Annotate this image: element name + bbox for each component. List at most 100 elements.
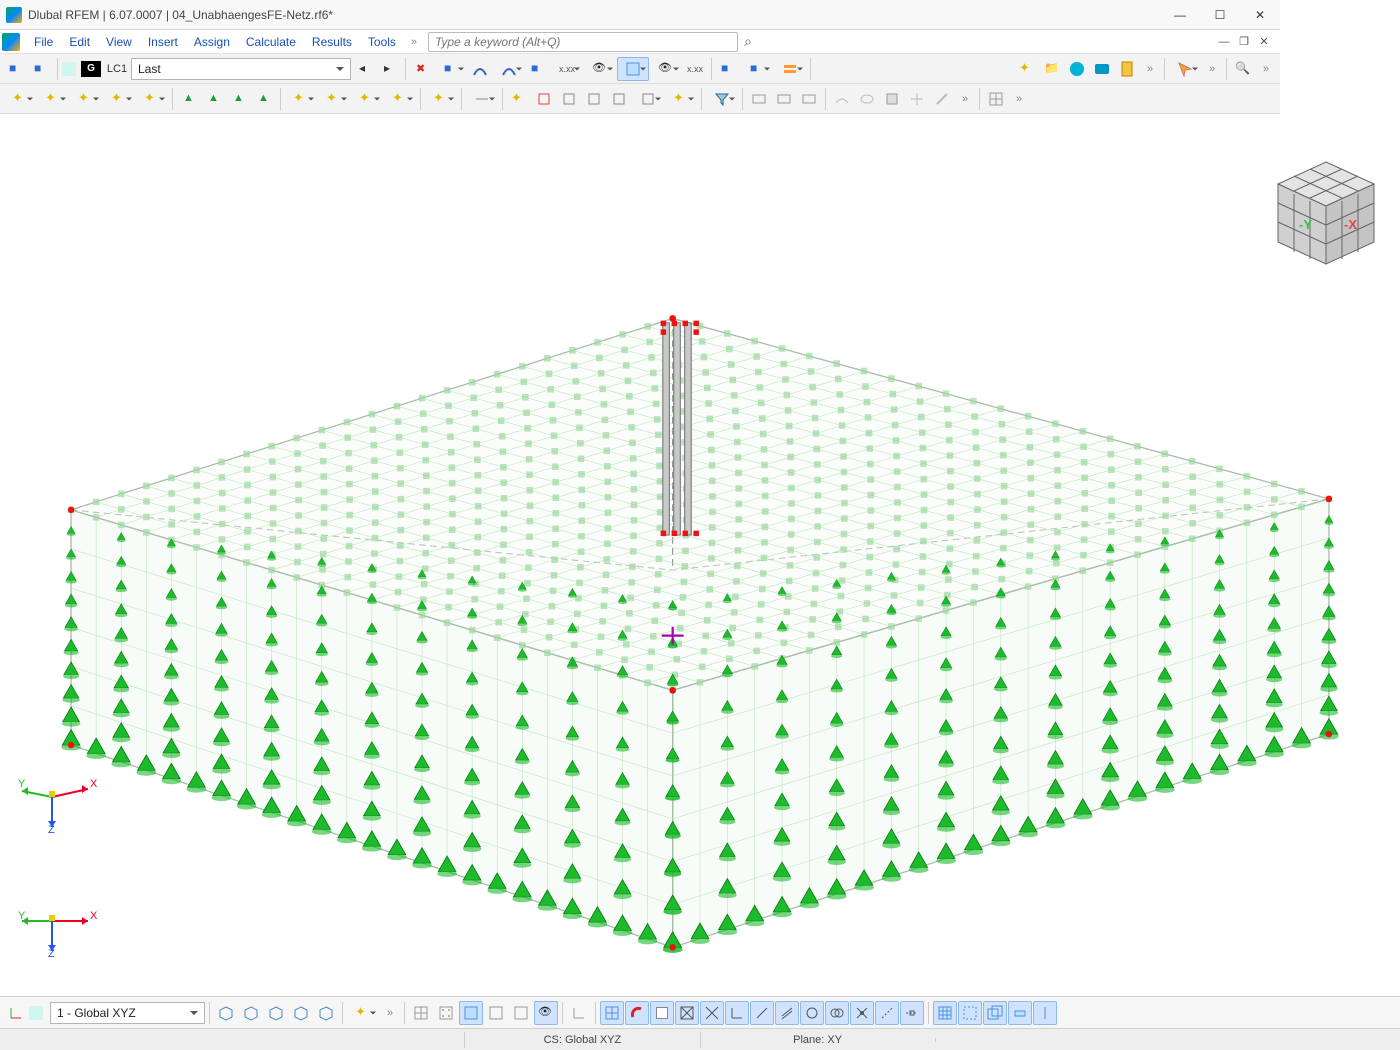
mdi-restore-icon[interactable]: ❐ [1236, 36, 1252, 48]
cs-button[interactable] [4, 1001, 28, 1025]
toolbar1-overflow2[interactable]: » [1202, 63, 1222, 75]
new-solid-button[interactable] [136, 87, 168, 111]
menu-calculate[interactable]: Calculate [238, 32, 304, 52]
loadcase-combo[interactable]: Last [131, 58, 351, 80]
t2-d[interactable] [582, 87, 606, 111]
t2-h[interactable] [747, 87, 771, 111]
open-model-button[interactable] [1040, 57, 1064, 81]
minimize-button[interactable]: — [1160, 0, 1200, 30]
label-values-button[interactable]: x.xx [683, 57, 707, 81]
toolbar1-overflow3[interactable]: » [1256, 63, 1276, 75]
clipping-button[interactable] [741, 57, 773, 81]
menu-insert[interactable]: Insert [140, 32, 186, 52]
menu-assign[interactable]: Assign [186, 32, 238, 52]
menu-file[interactable]: File [26, 32, 61, 52]
b-k[interactable] [1008, 1001, 1032, 1025]
new-model-button[interactable] [1015, 57, 1039, 81]
snap-near-button[interactable] [850, 1001, 874, 1025]
cloud-2-button[interactable] [1090, 57, 1114, 81]
load-button[interactable] [425, 87, 457, 111]
b-j[interactable] [983, 1001, 1007, 1025]
b-c[interactable] [459, 1001, 483, 1025]
view-iso-button[interactable] [214, 1001, 238, 1025]
snap-guide-button[interactable] [875, 1001, 899, 1025]
toolbar2-overflow2[interactable]: » [1009, 93, 1029, 105]
select-mode-button[interactable] [1169, 57, 1201, 81]
snap-parallel-button[interactable] [775, 1001, 799, 1025]
report-button[interactable] [1115, 57, 1139, 81]
render-mode-button[interactable] [617, 57, 649, 81]
mdi-minimize-icon[interactable]: — [1216, 36, 1232, 48]
t2-l[interactable] [855, 87, 879, 111]
snap-end-button[interactable] [650, 1001, 674, 1025]
mesh-gen-button[interactable] [347, 1001, 379, 1025]
close-button[interactable]: ✕ [1240, 0, 1280, 30]
support-line-button[interactable] [202, 87, 226, 111]
app-menu-icon[interactable] [2, 33, 20, 51]
t2-f[interactable] [632, 87, 664, 111]
b-a[interactable] [409, 1001, 433, 1025]
t2-k[interactable] [830, 87, 854, 111]
t2-c[interactable] [557, 87, 581, 111]
t2-m[interactable] [880, 87, 904, 111]
snap-intersect-button[interactable] [825, 1001, 849, 1025]
support-member-button[interactable] [252, 87, 276, 111]
t2-g[interactable] [665, 87, 697, 111]
new-surface-button[interactable] [103, 87, 135, 111]
b-b[interactable] [434, 1001, 458, 1025]
support-nodal-button[interactable] [177, 87, 201, 111]
dimension-button[interactable] [466, 87, 498, 111]
view-yz-button[interactable] [289, 1001, 313, 1025]
b-d[interactable] [484, 1001, 508, 1025]
model-canvas[interactable] [0, 144, 1400, 996]
loadcase-next-button[interactable] [29, 57, 53, 81]
snap-grid-button[interactable] [600, 1001, 624, 1025]
view-rotate-button[interactable] [314, 1001, 338, 1025]
menu-tools[interactable]: Tools [360, 32, 404, 52]
result-type-button[interactable] [493, 57, 525, 81]
search-icon[interactable]: ⌕ [744, 33, 752, 50]
hinge-button[interactable] [285, 87, 317, 111]
t2-n[interactable] [905, 87, 929, 111]
menu-overflow[interactable]: » [404, 36, 424, 48]
b-f[interactable] [534, 1001, 558, 1025]
menu-edit[interactable]: Edit [61, 32, 98, 52]
view-xy-button[interactable] [239, 1001, 263, 1025]
support-surface-button[interactable] [227, 87, 251, 111]
delete-results-button[interactable] [410, 57, 434, 81]
snap-ext-button[interactable] [900, 1001, 924, 1025]
snap-line-button[interactable] [750, 1001, 774, 1025]
layer-button[interactable] [774, 57, 806, 81]
menu-results[interactable]: Results [304, 32, 360, 52]
cs-combo[interactable]: 1 - Global XYZ [50, 1002, 205, 1024]
bottombar-ovf1[interactable]: » [380, 1007, 400, 1019]
zoom-find-button[interactable] [1231, 57, 1255, 81]
t2-b[interactable] [532, 87, 556, 111]
lc-step-forward[interactable] [377, 57, 401, 81]
b-h[interactable] [933, 1001, 957, 1025]
new-node-button[interactable] [4, 87, 36, 111]
snap-perp-button[interactable] [725, 1001, 749, 1025]
b-e[interactable] [509, 1001, 533, 1025]
show-results-button[interactable] [584, 57, 616, 81]
snap-object-button[interactable] [625, 1001, 649, 1025]
search-input[interactable] [428, 32, 738, 52]
mdi-close-icon[interactable]: ✕ [1256, 36, 1272, 48]
release-button[interactable] [318, 87, 350, 111]
b-l[interactable] [1033, 1001, 1057, 1025]
t2-o[interactable] [930, 87, 954, 111]
new-member-button[interactable] [70, 87, 102, 111]
view-xz-button[interactable] [264, 1001, 288, 1025]
t2-e[interactable] [607, 87, 631, 111]
visibility-button[interactable] [650, 57, 682, 81]
snap-center-button[interactable] [700, 1001, 724, 1025]
t2-i[interactable] [772, 87, 796, 111]
lc-step-back[interactable] [352, 57, 376, 81]
deformation-button[interactable] [526, 57, 550, 81]
toolbar2-overflow[interactable]: » [955, 93, 975, 105]
viewport[interactable]: -Y -X X Y Z X Y Z [0, 144, 1400, 996]
t2-a[interactable] [507, 87, 531, 111]
filter-button[interactable] [706, 87, 738, 111]
grid-toggle-button[interactable] [984, 87, 1008, 111]
result-values-button[interactable]: x.xx [551, 57, 583, 81]
